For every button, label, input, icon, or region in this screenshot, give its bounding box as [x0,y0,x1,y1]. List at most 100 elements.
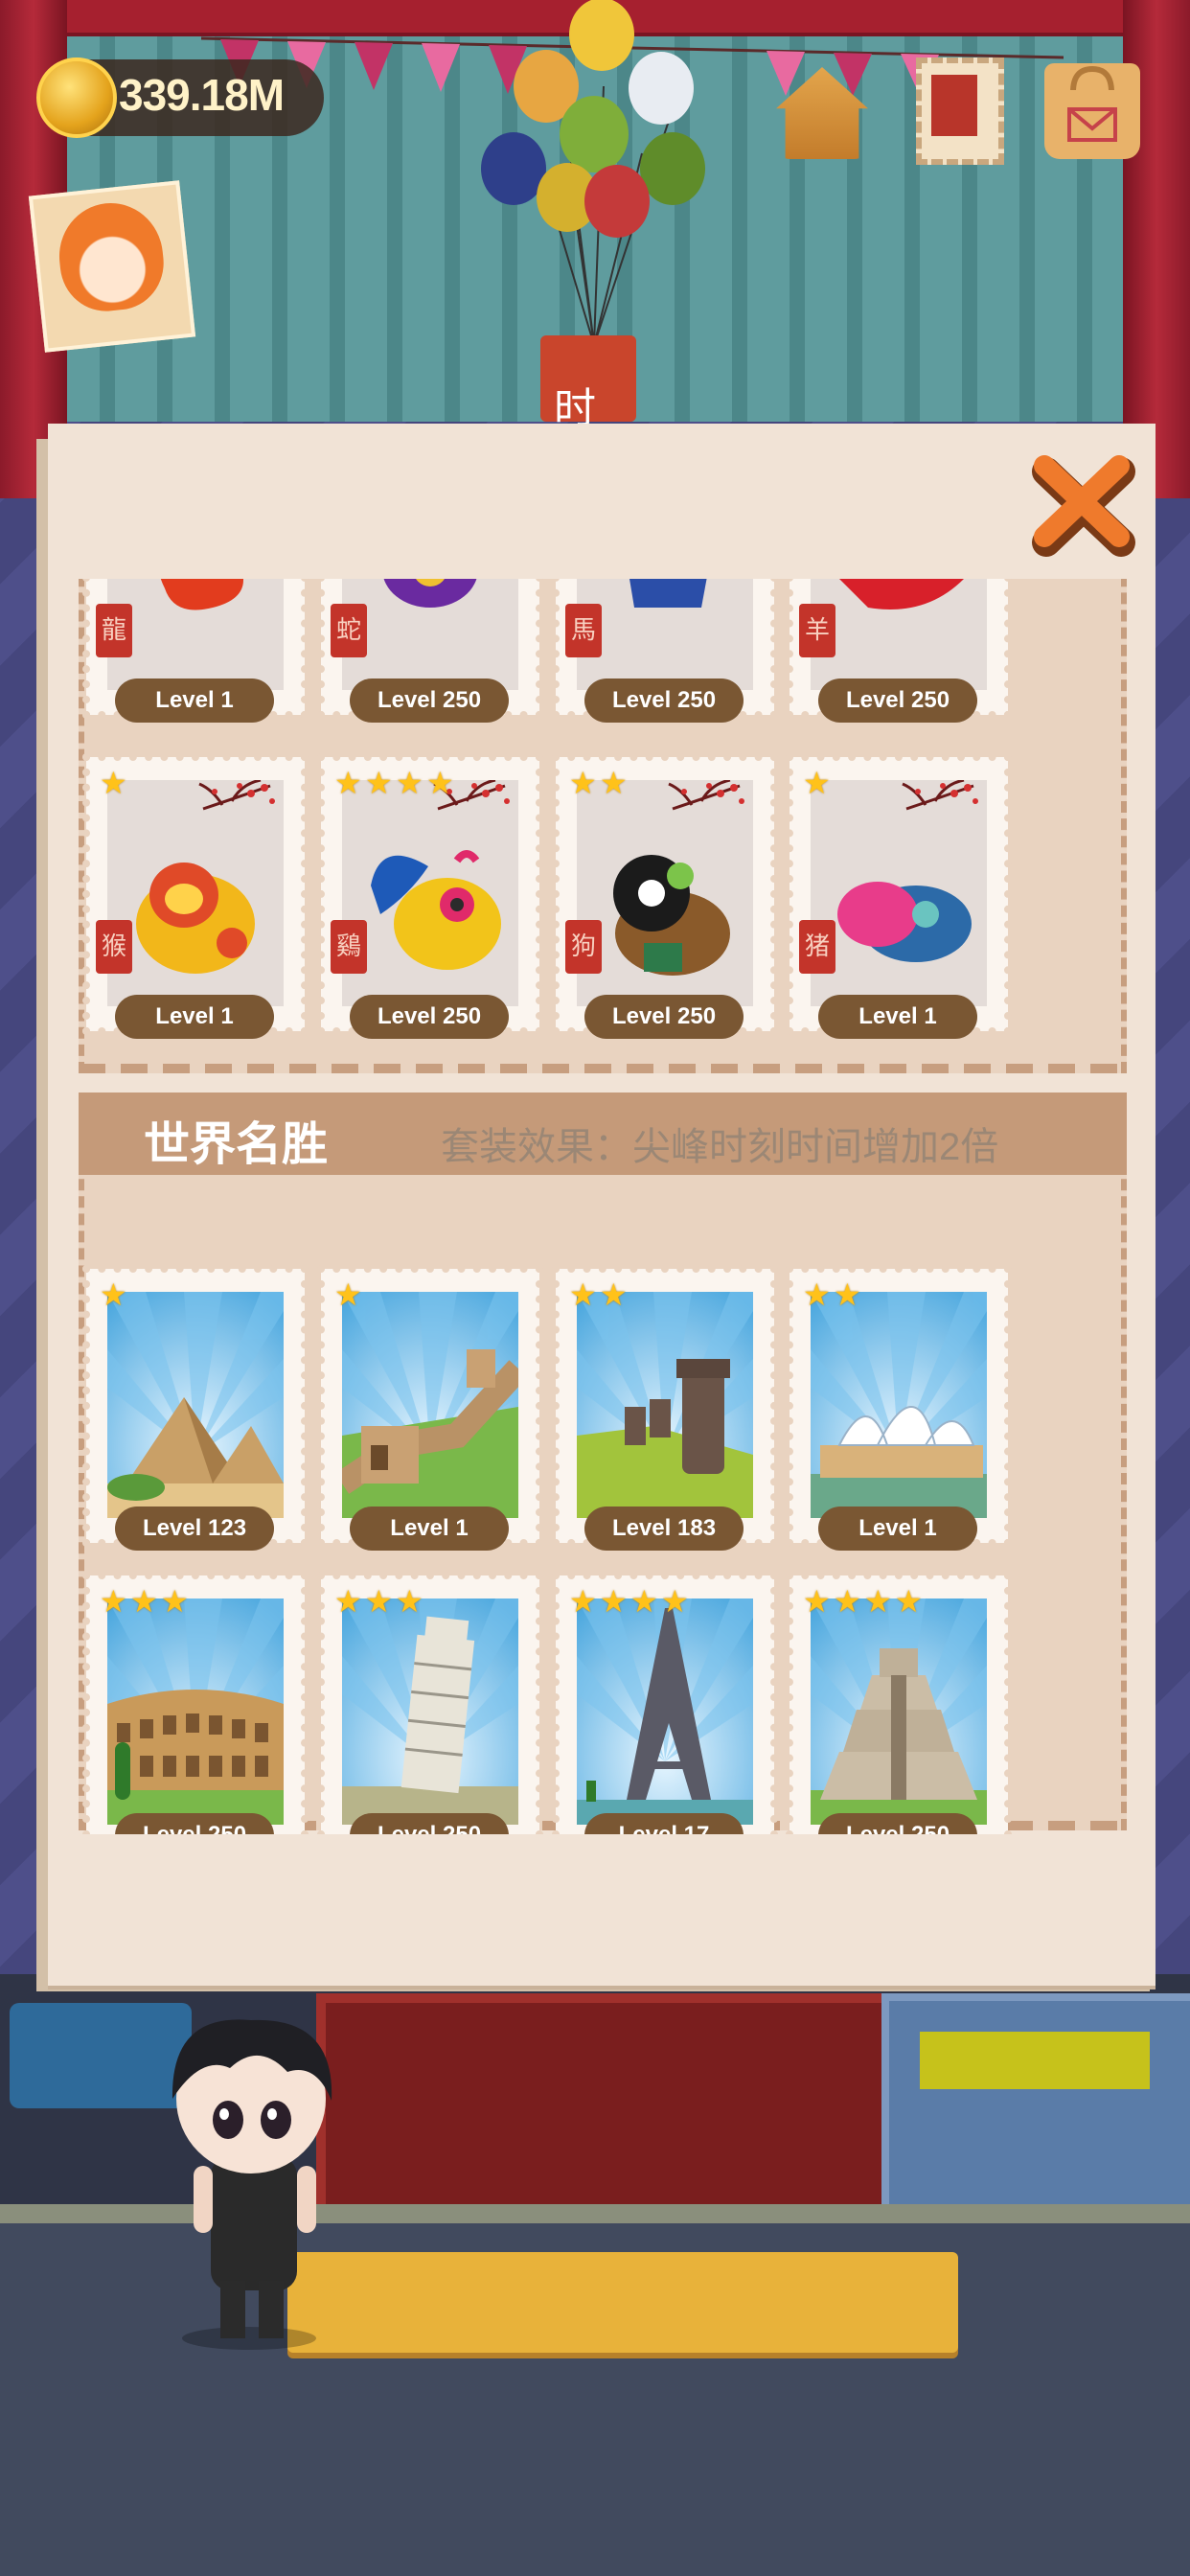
level-badge: Level 250 [818,678,977,723]
star-rating: ★ ★ ★ ★ [569,1584,690,1619]
shop-door [316,1993,891,2223]
star-rating: ★ ★ [803,1277,862,1312]
player-character[interactable] [144,2012,364,2358]
star-icon: ★ [396,766,423,800]
stamp-image-moai [577,1292,753,1518]
coin-icon [36,58,117,138]
star-icon: ★ [334,1584,362,1619]
level-badge: Level 250 [584,995,744,1039]
star-icon: ★ [600,1277,628,1312]
star-icon: ★ [334,1277,362,1312]
stamp-seal: 馬 [565,604,602,657]
stamp-card-chichen-itza[interactable]: ★★★★Level 250 [786,1572,1012,1834]
star-rating: ★ ★ ★ [100,1584,190,1619]
stamp-card-goat[interactable]: 羊 Level 250 [786,579,1012,723]
stamp-card-moai[interactable]: ★ ★ Level 183 [552,1265,778,1551]
stamp-card-opera-house[interactable]: ★ ★ Level 1 [786,1265,1012,1551]
level-badge: Level 1 [350,1506,509,1551]
stamp-image-colosseum [107,1598,284,1825]
star-icon: ★ [630,1584,658,1619]
shop-window [881,1993,1190,2220]
stamp-image-dog [577,780,753,1006]
stamp-image-eiffel-tower [577,1598,753,1825]
star-icon: ★ [130,1584,158,1619]
star-icon: ★ [834,1584,861,1619]
level-badge: Level 1 [818,1506,977,1551]
stamp-seal: 鷄 [331,920,367,974]
star-icon: ★ [569,766,597,800]
stamp-image-leaning-tower [342,1598,518,1825]
stamp-card-eiffel-tower[interactable]: ★★★★Level 17 [552,1572,778,1834]
level-badge: Level 1 [115,678,274,723]
level-badge: Level 123 [115,1506,274,1551]
star-icon: ★ [100,1277,127,1312]
star-icon: ★ [834,1277,861,1312]
star-icon: ★ [600,1584,628,1619]
level-badge: Level 250 [818,1813,977,1834]
level-badge: Level 1 [818,995,977,1039]
stamp-card-rooster[interactable]: 鷄 ★ ★ ★ ★ Level 250 [317,753,543,1039]
star-icon: ★ [803,766,831,800]
star-icon: ★ [600,766,628,800]
star-icon: ★ [365,1584,393,1619]
stamp-seal: 猪 [799,920,835,974]
coin-value: 339.18M [119,70,285,120]
level-badge: Level 250 [350,995,509,1039]
stamp-card-pig[interactable]: 猪 ★ Level 1 [786,753,1012,1039]
stamp-image-great-wall [342,1292,518,1518]
stamp-image-snake [342,579,518,690]
star-rating: ★ ★ [569,766,629,800]
stamp-seal: 蛇 [331,604,367,657]
stamp-card-monkey[interactable]: 猴 ★ Level 1 [82,753,309,1039]
star-icon: ★ [803,1277,831,1312]
floor-mat [287,2252,958,2353]
level-badge: Level 250 [350,1813,509,1834]
star-rating: ★ [803,766,832,800]
star-icon: ★ [661,1584,689,1619]
stamp-image-dragon [107,579,284,690]
level-badge: Level 17 [584,1813,744,1834]
star-rating: ★ [100,766,128,800]
stamp-image-pig [811,780,987,1006]
star-rating: ★ ★ [569,1277,629,1312]
stamp-image-rooster [342,780,518,1006]
balloon-bunch [481,0,705,346]
stamp-seal: 猴 [96,920,132,974]
star-icon: ★ [100,766,127,800]
stamp-card-dog[interactable]: 狗 ★ ★ Level 250 [552,753,778,1039]
star-icon: ★ [569,1584,597,1619]
gift-label: 时 [554,385,596,432]
level-badge: Level 1 [115,995,274,1039]
star-icon: ★ [864,1584,892,1619]
stamp-card-great-wall[interactable]: ★ Level 1 [317,1265,543,1551]
stamp-seal: 羊 [799,604,835,657]
star-icon: ★ [365,766,393,800]
star-icon: ★ [161,1584,189,1619]
star-icon: ★ [803,1584,831,1619]
stamp-card-pyramids[interactable]: ★ Level 123 [82,1265,309,1551]
level-badge: Level 250 [115,1813,274,1834]
star-rating: ★ ★ ★ [334,1584,424,1619]
stamp-card-dragon[interactable]: 龍 Level 1 [82,579,309,723]
star-icon: ★ [426,766,454,800]
star-icon: ★ [895,1584,923,1619]
stamp-card-colosseum[interactable]: ★★★Level 250 [82,1572,309,1834]
shop-window-panel [920,2032,1150,2089]
level-badge: Level 250 [350,678,509,723]
star-rating: ★ [100,1277,128,1312]
star-icon: ★ [396,1584,423,1619]
close-icon[interactable] [1023,448,1142,558]
level-badge: Level 183 [584,1506,744,1551]
level-badge: Level 250 [584,678,744,723]
stamp-card-leaning-tower[interactable]: ★★★Level 250 [317,1572,543,1834]
stamp-image-goat [811,579,987,690]
stamp-image-horse [577,579,753,690]
stamp-seal: 狗 [565,920,602,974]
star-rating: ★ ★ ★ ★ [803,1584,924,1619]
shopping-bag-icon[interactable] [1044,63,1140,159]
stamp-card-horse[interactable]: 馬 Level 250 [552,579,778,723]
star-icon: ★ [100,1584,127,1619]
stamp-image-chichen-itza [811,1598,987,1825]
stamp-card-snake[interactable]: 蛇 Level 250 [317,579,543,723]
star-rating: ★ [334,1277,363,1312]
